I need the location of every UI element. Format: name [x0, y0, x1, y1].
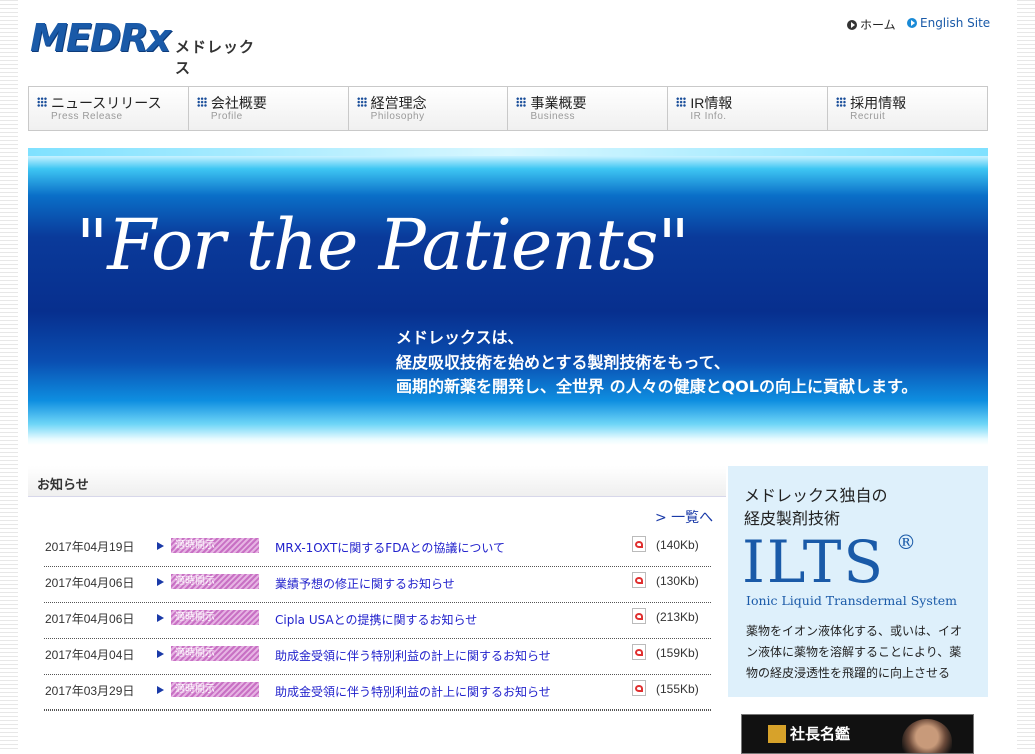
global-nav: ニュースリリース Press Release 会社概要 Profile 経営理念… — [28, 86, 988, 131]
news-row: 2017年04月19日 適時開示 MRX-1OXTに関するFDAとの協議について… — [44, 530, 711, 567]
ilts-subtitle: Ionic Liquid Transdermal System — [746, 593, 958, 608]
pdf-icon[interactable] — [632, 680, 646, 696]
grid-icon — [196, 97, 207, 107]
news-title-link[interactable]: MRX-1OXTに関するFDAとの協議について — [275, 539, 505, 556]
news-row: 2017年04月04日 適時開示 助成金受領に伴う特別利益の計上に関するお知らせ… — [44, 638, 711, 675]
disclosure-badge: 適時開示 — [171, 682, 259, 697]
disclosure-badge: 適時開示 — [171, 610, 259, 625]
grid-icon — [356, 97, 367, 107]
left-decoration — [0, 0, 18, 750]
pdf-icon[interactable] — [632, 644, 646, 660]
nav-sublabel: Press Release — [51, 111, 123, 122]
medrx-logo[interactable]: MEDRx メドレックス — [30, 12, 265, 77]
president-photo — [902, 719, 952, 753]
logo-kana: メドレックス — [175, 38, 256, 77]
triangle-icon — [157, 614, 164, 622]
nav-label: 事業概要 — [530, 95, 587, 111]
news-title: お知らせ — [37, 478, 89, 493]
company-emblem-icon — [768, 725, 786, 743]
news-title-link[interactable]: Cipla USAとの提携に関するお知らせ — [275, 611, 477, 628]
news-divider — [44, 709, 711, 710]
nav-sublabel: Profile — [210, 111, 243, 122]
home-link-label: ホーム — [860, 18, 896, 32]
nav-sublabel: IR Info. — [690, 111, 727, 122]
nav-sublabel: Philosophy — [370, 111, 425, 122]
news-row: 2017年03月29日 適時開示 助成金受領に伴う特別利益の計上に関するお知らせ… — [44, 674, 711, 711]
disclosure-badge: 適時開示 — [171, 574, 259, 589]
nav-item-recruit[interactable]: 採用情報 Recruit — [828, 87, 987, 130]
file-size: (140Kb) — [656, 538, 699, 552]
nav-item-ir-info[interactable]: IR情報 IR Info. — [668, 87, 829, 130]
english-site-label: English Site — [920, 16, 991, 30]
pdf-icon[interactable] — [632, 572, 646, 588]
english-site-link[interactable]: English Site — [907, 16, 990, 30]
arrow-circle-icon — [847, 19, 857, 30]
news-date: 2017年04月06日 — [45, 612, 135, 626]
nav-label: IR情報 — [690, 95, 733, 111]
nav-sublabel: Recruit — [850, 111, 886, 122]
grid-icon — [37, 97, 47, 107]
nav-label: ニュースリリース — [51, 95, 162, 111]
president-directory-banner[interactable]: 社長名鑑 — [741, 714, 974, 754]
news-title-link[interactable]: 助成金受領に伴う特別利益の計上に関するお知らせ — [275, 647, 551, 664]
disclosure-badge: 適時開示 — [171, 646, 259, 661]
news-list-link[interactable]: > 一覧へ — [655, 507, 713, 527]
grid-icon — [676, 97, 687, 107]
nav-label: 採用情報 — [850, 95, 907, 111]
pdf-icon[interactable] — [632, 608, 646, 624]
file-size: (159Kb) — [656, 646, 699, 660]
hero-text-line: 経皮吸収技術を始めとする製剤技術をもって、 — [396, 353, 730, 372]
triangle-icon — [157, 650, 164, 658]
home-link[interactable]: ホーム — [847, 16, 896, 33]
pdf-icon[interactable] — [632, 536, 646, 552]
hero-highlight — [28, 148, 988, 156]
disclosure-badge: 適時開示 — [171, 538, 259, 553]
nav-item-philosophy[interactable]: 経営理念 Philosophy — [349, 87, 509, 130]
news-date: 2017年04月04日 — [45, 648, 135, 662]
hero-banner: "For the Patients" メドレックスは、 経皮吸収技術を始めとする… — [28, 148, 988, 445]
grid-icon — [516, 97, 527, 107]
file-size: (155Kb) — [656, 682, 699, 696]
ilts-description: 物の経皮浸透性を飛躍的に向上させる — [746, 666, 951, 680]
hero-title: "For the Patients" — [76, 204, 690, 286]
ilts-description: 薬物をイオン液体化する、或いは、イオ — [746, 624, 963, 638]
news-date: 2017年04月19日 — [45, 540, 135, 554]
arrow-circle-icon — [907, 18, 917, 28]
logo-mark: MEDRx — [30, 16, 171, 60]
registered-mark: ® — [896, 530, 916, 554]
news-row: 2017年04月06日 適時開示 業績予想の修正に関するお知らせ (130Kb) — [44, 566, 711, 603]
ilts-logo: ILTS — [742, 528, 886, 596]
news-date: 2017年03月29日 — [45, 684, 135, 698]
file-size: (213Kb) — [656, 610, 699, 624]
triangle-icon — [157, 578, 164, 586]
nav-item-press-release[interactable]: ニュースリリース Press Release — [29, 87, 189, 130]
nav-label: 会社概要 — [210, 95, 267, 111]
ilts-description: ン液体に薬物を溶解することにより、薬 — [746, 645, 962, 659]
ilts-promo[interactable]: メドレックス独自の 経皮製剤技術 ILTS ® Ionic Liquid Tra… — [728, 466, 988, 697]
triangle-icon — [157, 686, 164, 694]
nav-label: 経営理念 — [370, 95, 427, 111]
news-row: 2017年04月06日 適時開示 Cipla USAとの提携に関するお知らせ (… — [44, 602, 711, 639]
grid-icon — [836, 97, 847, 107]
right-decoration — [1017, 0, 1035, 750]
news-header: お知らせ — [28, 466, 726, 497]
news-date: 2017年04月06日 — [45, 576, 135, 590]
ilts-heading: 経皮製剤技術 — [744, 509, 841, 528]
hero-text-line: 画期的新薬を開発し、全世界 の人々の健康とQOLの向上に貢献します。 — [396, 377, 918, 396]
nav-sublabel: Business — [530, 111, 576, 122]
nav-item-profile[interactable]: 会社概要 Profile — [189, 87, 349, 130]
triangle-icon — [157, 542, 164, 550]
nav-item-business[interactable]: 事業概要 Business — [508, 87, 669, 130]
news-title-link[interactable]: 業績予想の修正に関するお知らせ — [275, 575, 455, 592]
ilts-heading: メドレックス独自の — [744, 486, 888, 505]
hero-text-line: メドレックスは、 — [396, 328, 524, 347]
news-title-link[interactable]: 助成金受領に伴う特別利益の計上に関するお知らせ — [275, 683, 551, 700]
file-size: (130Kb) — [656, 574, 699, 588]
banner-label: 社長名鑑 — [790, 725, 851, 743]
